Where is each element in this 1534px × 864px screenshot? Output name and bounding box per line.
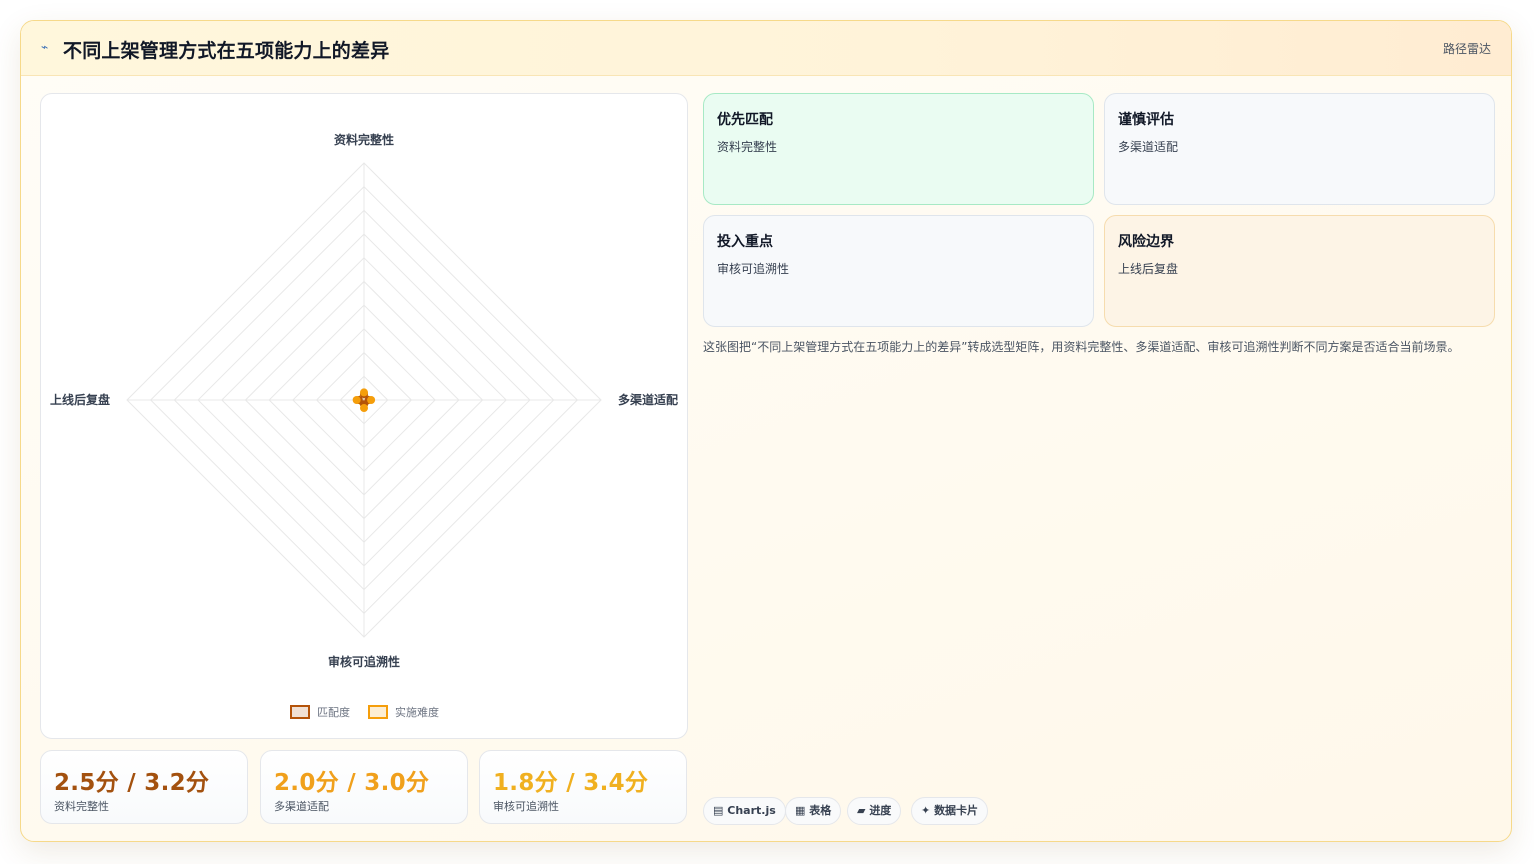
stat-value: 2.0分 / 3.0分 [274,770,430,796]
radar-data-point [360,388,368,397]
matrix-card-risk: 风险边界 上线后复盘 [1104,215,1495,327]
chart-type-tag: 路径雷达 [1442,42,1491,56]
chip-label: 进度 [869,804,892,817]
page-title: 不同上架管理方式在五项能力上的差异 [63,40,390,62]
matrix-card-title: 风险边界 [1118,234,1174,250]
chip-chartjs[interactable]: ▤ Chart.js [703,797,786,825]
chip-data-card[interactable]: ✦ 数据卡片 [911,797,989,825]
matrix-card-title: 投入重点 [717,234,773,250]
legend-swatch [368,705,388,719]
matrix-card-subtitle: 资料完整性 [717,140,778,154]
chart-legend[interactable]: 匹配度 实施难度 [290,705,439,719]
matrix-card-caution: 谨慎评估 多渠道适配 [1104,93,1495,205]
matrix-card-priority: 优先匹配 资料完整性 [703,93,1094,205]
table-icon: ▦ [795,804,806,817]
radar-axis-label: 上线后复盘 [50,392,110,407]
chip-label: 表格 [809,804,832,817]
radar-series [352,388,376,413]
stat-value: 2.5分 / 3.2分 [54,770,210,796]
radar-data-point [352,396,361,404]
matrix-card-subtitle: 上线后复盘 [1118,262,1179,276]
panel-header: ⌁ 不同上架管理方式在五项能力上的差异 路径雷达 [21,21,1511,76]
stat-value: 1.8分 / 3.4分 [493,770,649,796]
radar-data-point [367,396,376,404]
legend-label: 匹配度 [317,705,350,719]
progress-icon: ▰ [857,804,866,817]
chip-label: 数据卡片 [934,804,979,817]
dashboard-panel: ⌁ 不同上架管理方式在五项能力上的差异 路径雷达 资料完整性 多渠道适配 审核可追溯… [20,20,1512,842]
legend-swatch [290,705,310,719]
radar-axis-label: 资料完整性 [334,132,394,147]
stat-card-completeness: 2.5分 / 3.2分 资料完整性 [40,750,248,824]
stat-card-multichannel: 2.0分 / 3.0分 多渠道适配 [260,750,468,824]
matrix-card-subtitle: 审核可追溯性 [717,262,790,276]
stat-label: 审核可追溯性 [493,800,559,813]
radar-axis-label: 多渠道适配 [618,392,678,407]
stat-card-traceability: 1.8分 / 3.4分 审核可追溯性 [479,750,687,824]
stat-label: 多渠道适配 [274,800,329,813]
radar-chart-card: 资料完整性多渠道适配审核可追溯性 上线后复盘 匹配度 实施难度 [40,93,688,739]
stat-label: 资料完整性 [54,800,109,813]
chip-label: Chart.js [727,804,776,817]
matrix-card-title: 谨慎评估 [1118,112,1174,128]
chip-table[interactable]: ▦ 表格 [785,797,842,825]
radar-data-point [360,404,368,413]
radar-chart: 资料完整性多渠道适配审核可追溯性 上线后复盘 匹配度 实施难度 [50,132,678,719]
chart-icon: ▤ [713,804,724,817]
chip-progress[interactable]: ▰ 进度 [847,797,902,825]
radar-axis-label: 审核可追溯性 [328,654,400,669]
chart-description: 这张图把“不同上架管理方式在五项能力上的差异”转成选型矩阵，用资料完整性、多渠道… [703,340,1460,354]
matrix-card-focus: 投入重点 审核可追溯性 [703,215,1094,327]
legend-label: 实施难度 [395,705,439,719]
chart-line-icon: ⌁ [41,40,49,54]
matrix-card-title: 优先匹配 [717,112,773,128]
spark-icon: ✦ [921,804,931,817]
matrix-card-subtitle: 多渠道适配 [1118,140,1179,154]
